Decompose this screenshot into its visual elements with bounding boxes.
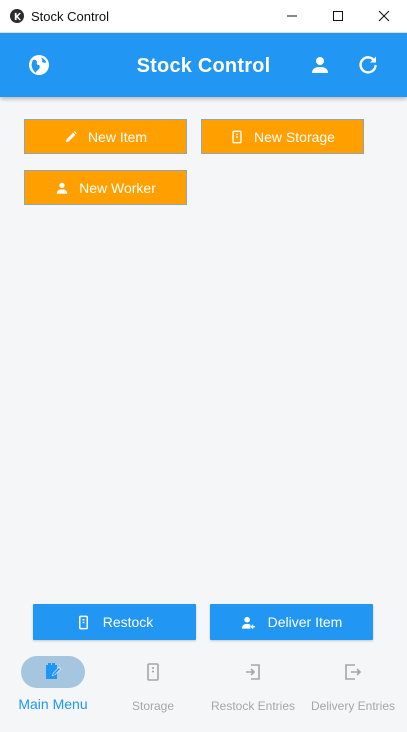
maximize-icon: [333, 11, 343, 21]
window-controls: [269, 0, 407, 32]
deliver-item-label: Deliver Item: [267, 614, 343, 630]
account-button[interactable]: [308, 53, 332, 77]
window-title: Stock Control: [31, 8, 110, 24]
refresh-icon: [359, 56, 377, 74]
nav-item-restock-entries[interactable]: Restock Entries: [203, 650, 303, 732]
globe-icon: [29, 55, 49, 75]
maximize-button[interactable]: [315, 0, 361, 32]
storage-cabinet-icon: [147, 663, 159, 681]
close-button[interactable]: [361, 0, 407, 32]
new-item-button[interactable]: New Item: [24, 119, 187, 154]
nav-label-delivery-entries: Delivery Entries: [310, 699, 396, 713]
language-button[interactable]: [27, 53, 51, 77]
page-title: Stock Control: [136, 55, 271, 77]
nav-label-main-menu: Main Menu: [18, 696, 88, 712]
new-worker-label: New Worker: [79, 179, 156, 196]
refresh-button[interactable]: [356, 53, 380, 77]
restock-label: Restock: [102, 614, 154, 630]
new-storage-label: New Storage: [254, 128, 335, 145]
window-titlebar: Stock Control: [0, 0, 407, 33]
top-app-bar: Stock Control: [0, 33, 407, 97]
nav-label-storage: Storage: [131, 699, 175, 713]
nav-item-delivery-entries[interactable]: Delivery Entries: [303, 650, 403, 732]
inventory-icon: [46, 663, 61, 679]
nav-item-storage[interactable]: Storage: [103, 650, 203, 732]
new-item-label: New Item: [87, 128, 148, 145]
deliver-item-button[interactable]: Deliver Item: [210, 604, 373, 640]
restock-button[interactable]: Restock: [33, 604, 196, 640]
bottom-navigation: Main Menu Storage Restock Entries Delive…: [0, 650, 407, 732]
nav-item-main-menu[interactable]: Main Menu: [3, 650, 103, 732]
nav-active-indicator: [21, 656, 85, 688]
storage-cabinet-icon: [78, 615, 88, 629]
storage-cabinet-icon: [232, 130, 242, 143]
nav-icon-container: [321, 656, 385, 688]
new-storage-button[interactable]: New Storage: [201, 119, 364, 154]
login-icon: [246, 664, 260, 680]
pencil-icon: [65, 130, 77, 142]
minimize-icon: [287, 15, 297, 17]
nav-icon-container: [221, 656, 285, 688]
person-arrow-icon: [241, 616, 255, 629]
nav-label-restock-entries: Restock Entries: [210, 699, 296, 713]
nav-icon-container: [121, 656, 185, 688]
kivy-logo-icon: [10, 9, 24, 23]
person-icon: [312, 57, 328, 73]
logout-icon: [345, 664, 362, 680]
person-icon: [56, 182, 68, 194]
close-icon: [378, 10, 390, 22]
new-worker-button[interactable]: New Worker: [24, 170, 187, 205]
minimize-button[interactable]: [269, 0, 315, 32]
